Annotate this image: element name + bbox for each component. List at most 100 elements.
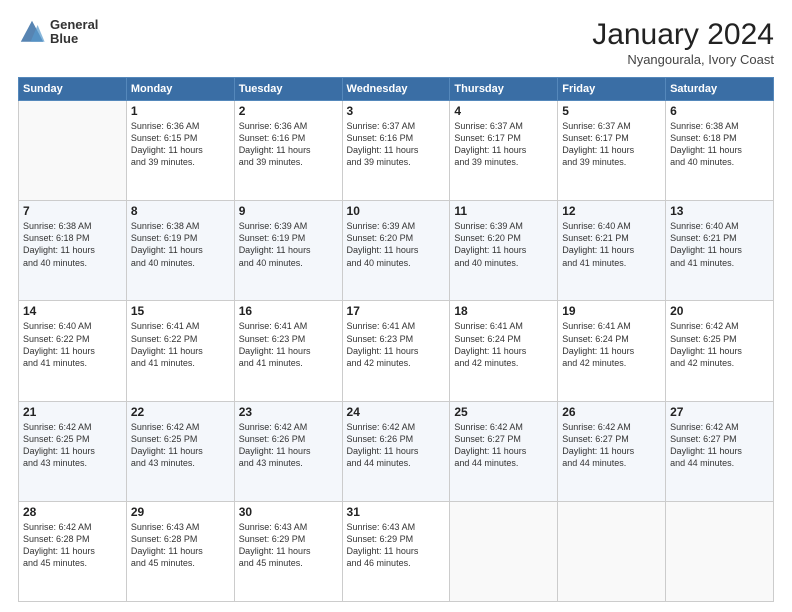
- day-info: Sunrise: 6:42 AMSunset: 6:27 PMDaylight:…: [670, 421, 769, 470]
- calendar-cell: 5Sunrise: 6:37 AMSunset: 6:17 PMDaylight…: [558, 101, 666, 201]
- day-info: Sunrise: 6:36 AMSunset: 6:16 PMDaylight:…: [239, 120, 338, 169]
- col-header-tuesday: Tuesday: [234, 78, 342, 101]
- day-info: Sunrise: 6:39 AMSunset: 6:20 PMDaylight:…: [347, 220, 446, 269]
- day-number: 10: [347, 204, 446, 218]
- calendar-cell: 4Sunrise: 6:37 AMSunset: 6:17 PMDaylight…: [450, 101, 558, 201]
- day-info: Sunrise: 6:41 AMSunset: 6:24 PMDaylight:…: [454, 320, 553, 369]
- day-info: Sunrise: 6:42 AMSunset: 6:27 PMDaylight:…: [562, 421, 661, 470]
- calendar-cell: 9 Sunrise: 6:39 AMSunset: 6:19 PMDaylight…: [234, 201, 342, 301]
- calendar-cell: 19 Sunrise: 6:41 AMSunset: 6:24 PMDayligh…: [558, 301, 666, 401]
- calendar-table: SundayMondayTuesdayWednesdayThursdayFrid…: [18, 77, 774, 602]
- day-info: Sunrise: 6:37 AMSunset: 6:16 PMDaylight:…: [347, 120, 446, 169]
- day-info: Sunrise: 6:40 AMSunset: 6:21 PMDaylight:…: [670, 220, 769, 269]
- calendar-cell: 12Sunrise: 6:40 AMSunset: 6:21 PMDayligh…: [558, 201, 666, 301]
- day-info: Sunrise: 6:42 AMSunset: 6:28 PMDaylight:…: [23, 521, 122, 570]
- day-number: 26: [562, 405, 661, 419]
- day-number: 9: [239, 204, 338, 218]
- calendar-cell: 11 Sunrise: 6:39 AMSunset: 6:20 PMDayligh…: [450, 201, 558, 301]
- day-info: Sunrise: 6:37 AMSunset: 6:17 PMDaylight:…: [454, 120, 553, 169]
- calendar-cell: 30 Sunrise: 6:43 AMSunset: 6:29 PMDayligh…: [234, 501, 342, 601]
- col-header-sunday: Sunday: [19, 78, 127, 101]
- header-row: SundayMondayTuesdayWednesdayThursdayFrid…: [19, 78, 774, 101]
- day-info: Sunrise: 6:38 AMSunset: 6:18 PMDaylight:…: [670, 120, 769, 169]
- week-row: 1Sunrise: 6:36 AMSunset: 6:15 PMDaylight…: [19, 101, 774, 201]
- week-row: 28Sunrise: 6:42 AMSunset: 6:28 PMDayligh…: [19, 501, 774, 601]
- day-number: 19: [562, 304, 661, 318]
- calendar-cell: 27 Sunrise: 6:42 AMSunset: 6:27 PMDayligh…: [666, 401, 774, 501]
- day-info: Sunrise: 6:39 AMSunset: 6:20 PMDaylight:…: [454, 220, 553, 269]
- title-block: January 2024 Nyangourala, Ivory Coast: [592, 18, 774, 67]
- logo-text: General Blue: [50, 18, 98, 47]
- calendar-cell: 1Sunrise: 6:36 AMSunset: 6:15 PMDaylight…: [126, 101, 234, 201]
- calendar-cell: 31Sunrise: 6:43 AMSunset: 6:29 PMDayligh…: [342, 501, 450, 601]
- calendar-cell: 2 Sunrise: 6:36 AMSunset: 6:16 PMDaylight…: [234, 101, 342, 201]
- day-number: 31: [347, 505, 446, 519]
- calendar-cell: 15Sunrise: 6:41 AMSunset: 6:22 PMDayligh…: [126, 301, 234, 401]
- calendar-cell: [666, 501, 774, 601]
- col-header-thursday: Thursday: [450, 78, 558, 101]
- calendar-cell: [450, 501, 558, 601]
- day-number: 24: [347, 405, 446, 419]
- col-header-monday: Monday: [126, 78, 234, 101]
- week-row: 7 Sunrise: 6:38 AMSunset: 6:18 PMDaylight…: [19, 201, 774, 301]
- day-number: 23: [239, 405, 338, 419]
- logo-icon: [18, 18, 46, 46]
- day-info: Sunrise: 6:42 AMSunset: 6:25 PMDaylight:…: [23, 421, 122, 470]
- day-info: Sunrise: 6:38 AMSunset: 6:19 PMDaylight:…: [131, 220, 230, 269]
- header: General Blue January 2024 Nyangourala, I…: [18, 18, 774, 67]
- day-info: Sunrise: 6:41 AMSunset: 6:23 PMDaylight:…: [239, 320, 338, 369]
- calendar-cell: 26 Sunrise: 6:42 AMSunset: 6:27 PMDayligh…: [558, 401, 666, 501]
- day-info: Sunrise: 6:41 AMSunset: 6:22 PMDaylight:…: [131, 320, 230, 369]
- calendar-cell: 25Sunrise: 6:42 AMSunset: 6:27 PMDayligh…: [450, 401, 558, 501]
- calendar-cell: 6 Sunrise: 6:38 AMSunset: 6:18 PMDaylight…: [666, 101, 774, 201]
- day-number: 12: [562, 204, 661, 218]
- day-number: 5: [562, 104, 661, 118]
- day-info: Sunrise: 6:38 AMSunset: 6:18 PMDaylight:…: [23, 220, 122, 269]
- day-info: Sunrise: 6:40 AMSunset: 6:22 PMDaylight:…: [23, 320, 122, 369]
- calendar-cell: 22Sunrise: 6:42 AMSunset: 6:25 PMDayligh…: [126, 401, 234, 501]
- calendar-cell: 16 Sunrise: 6:41 AMSunset: 6:23 PMDayligh…: [234, 301, 342, 401]
- day-info: Sunrise: 6:39 AMSunset: 6:19 PMDaylight:…: [239, 220, 338, 269]
- calendar-cell: 7 Sunrise: 6:38 AMSunset: 6:18 PMDaylight…: [19, 201, 127, 301]
- day-info: Sunrise: 6:42 AMSunset: 6:25 PMDaylight:…: [670, 320, 769, 369]
- day-number: 14: [23, 304, 122, 318]
- day-info: Sunrise: 6:36 AMSunset: 6:15 PMDaylight:…: [131, 120, 230, 169]
- calendar-cell: 17 Sunrise: 6:41 AMSunset: 6:23 PMDayligh…: [342, 301, 450, 401]
- day-number: 13: [670, 204, 769, 218]
- calendar-cell: 24 Sunrise: 6:42 AMSunset: 6:26 PMDayligh…: [342, 401, 450, 501]
- day-number: 11: [454, 204, 553, 218]
- day-info: Sunrise: 6:41 AMSunset: 6:23 PMDaylight:…: [347, 320, 446, 369]
- day-info: Sunrise: 6:41 AMSunset: 6:24 PMDaylight:…: [562, 320, 661, 369]
- calendar-cell: 23 Sunrise: 6:42 AMSunset: 6:26 PMDayligh…: [234, 401, 342, 501]
- day-number: 6: [670, 104, 769, 118]
- calendar-cell: 18 Sunrise: 6:41 AMSunset: 6:24 PMDayligh…: [450, 301, 558, 401]
- week-row: 14 Sunrise: 6:40 AMSunset: 6:22 PMDayligh…: [19, 301, 774, 401]
- calendar-cell: [558, 501, 666, 601]
- day-number: 21: [23, 405, 122, 419]
- day-number: 8: [131, 204, 230, 218]
- day-number: 27: [670, 405, 769, 419]
- day-info: Sunrise: 6:42 AMSunset: 6:27 PMDaylight:…: [454, 421, 553, 470]
- day-number: 3: [347, 104, 446, 118]
- col-header-friday: Friday: [558, 78, 666, 101]
- day-number: 16: [239, 304, 338, 318]
- col-header-saturday: Saturday: [666, 78, 774, 101]
- day-info: Sunrise: 6:42 AMSunset: 6:26 PMDaylight:…: [347, 421, 446, 470]
- day-number: 30: [239, 505, 338, 519]
- day-number: 2: [239, 104, 338, 118]
- day-info: Sunrise: 6:42 AMSunset: 6:25 PMDaylight:…: [131, 421, 230, 470]
- day-number: 20: [670, 304, 769, 318]
- day-number: 17: [347, 304, 446, 318]
- calendar-cell: 14 Sunrise: 6:40 AMSunset: 6:22 PMDayligh…: [19, 301, 127, 401]
- day-number: 18: [454, 304, 553, 318]
- calendar-cell: 10 Sunrise: 6:39 AMSunset: 6:20 PMDayligh…: [342, 201, 450, 301]
- calendar-cell: 3 Sunrise: 6:37 AMSunset: 6:16 PMDaylight…: [342, 101, 450, 201]
- logo: General Blue: [18, 18, 98, 47]
- calendar-cell: [19, 101, 127, 201]
- calendar-cell: 20 Sunrise: 6:42 AMSunset: 6:25 PMDayligh…: [666, 301, 774, 401]
- day-number: 7: [23, 204, 122, 218]
- day-info: Sunrise: 6:43 AMSunset: 6:29 PMDaylight:…: [239, 521, 338, 570]
- week-row: 21 Sunrise: 6:42 AMSunset: 6:25 PMDayligh…: [19, 401, 774, 501]
- calendar-cell: 13 Sunrise: 6:40 AMSunset: 6:21 PMDayligh…: [666, 201, 774, 301]
- day-info: Sunrise: 6:42 AMSunset: 6:26 PMDaylight:…: [239, 421, 338, 470]
